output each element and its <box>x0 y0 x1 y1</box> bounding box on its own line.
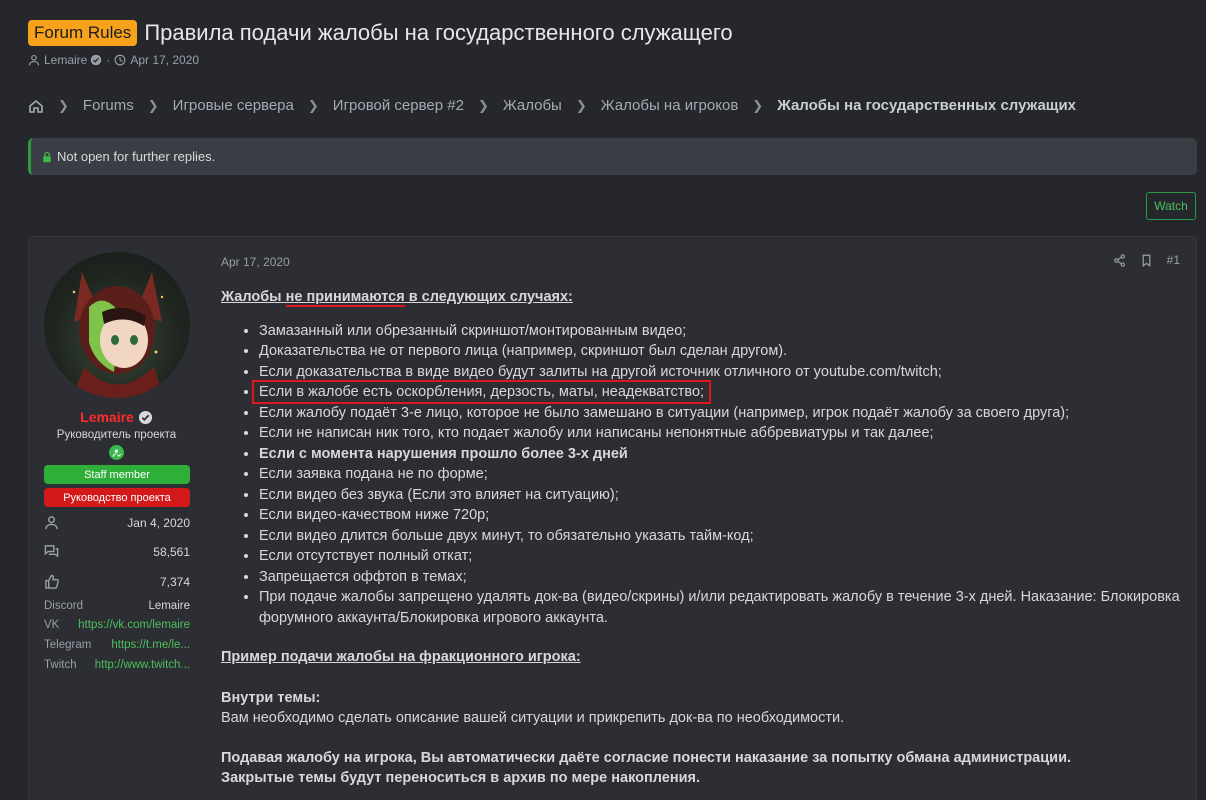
username-text[interactable]: Lemaire <box>80 409 134 425</box>
lock-icon <box>41 151 57 163</box>
chevron-right-icon: ❯ <box>575 97 587 113</box>
list-item: Если видео-качеством ниже 720p; <box>259 505 1181 526</box>
list-item: Если с момента нарушения прошло более 3-… <box>259 444 1181 465</box>
meta-separator: · <box>106 53 111 67</box>
list-item-highlighted: Если в жалобе есть оскорбления, дерзость… <box>251 380 1181 404</box>
list-item: Если заявка подана не по форме; <box>259 464 1181 485</box>
twitch-link[interactable]: http://www.twitch... <box>95 659 190 671</box>
post: Lemaire Руководитель проекта Staff membe… <box>28 236 1197 800</box>
field-label: Telegram <box>44 639 92 651</box>
breadcrumb-player-complaints[interactable]: Жалобы на игроков <box>601 97 739 114</box>
verified-badge-icon <box>90 54 103 67</box>
field-twitch: Twitch http://www.twitch... <box>44 659 190 671</box>
thread-author-link[interactable]: Lemaire <box>44 53 87 67</box>
field-discord: Discord Lemaire <box>44 600 190 612</box>
page-title: Правила подачи жалобы на государственног… <box>144 20 733 45</box>
field-label: Discord <box>44 600 83 612</box>
messages-icon <box>44 544 59 559</box>
breadcrumb-game-servers[interactable]: Игровые сервера <box>173 97 294 114</box>
list-item: Если отсутствует полный откат; <box>259 546 1181 567</box>
chevron-right-icon: ❯ <box>58 97 69 113</box>
post-actions: #1 <box>1113 253 1180 267</box>
forum-rules-prefix[interactable]: Forum Rules <box>28 20 138 46</box>
breadcrumb-current[interactable]: Жалобы на государственных служащих <box>777 97 1076 114</box>
list-item: Если доказательства в виде видео будут з… <box>259 362 1181 383</box>
user-icon <box>28 54 40 66</box>
list-item: Если жалобу подаёт 3-е лицо, которое не … <box>259 403 1181 424</box>
share-icon[interactable] <box>1113 253 1126 267</box>
rules-heading: Жалобы не принимаются в следующих случая… <box>221 287 1181 308</box>
reactions-value: 7,374 <box>159 574 190 589</box>
vk-link[interactable]: https://vk.com/lemaire <box>78 619 190 631</box>
chevron-right-icon: ❯ <box>752 97 764 113</box>
list-item: Если видео длится больше двух минут, то … <box>259 526 1181 547</box>
field-label: VK <box>44 619 60 631</box>
user-title: Руководитель проекта <box>56 429 177 441</box>
home-icon[interactable] <box>28 98 44 114</box>
post-number-link[interactable]: #1 <box>1167 253 1180 267</box>
field-value: Lemaire <box>148 600 190 612</box>
chevron-right-icon: ❯ <box>477 97 489 113</box>
thread-date-link[interactable]: Apr 17, 2020 <box>130 53 199 67</box>
archive-text: Закрытые темы будут переноситься в архив… <box>221 770 700 786</box>
field-vk: VK https://vk.com/lemaire <box>44 619 190 631</box>
joined-stat: Jan 4, 2020 <box>44 515 190 530</box>
post-date-link[interactable]: Apr 17, 2020 <box>221 255 290 269</box>
messages-stat: 58,561 <box>44 544 190 559</box>
thread-locked-notice: Not open for further replies. <box>28 138 1197 175</box>
rules-list: Замазанный или обрезанный скриншот/монти… <box>251 321 1181 629</box>
messages-value[interactable]: 58,561 <box>153 545 190 559</box>
joined-user-icon <box>44 515 59 530</box>
notice-text: Not open for further replies. <box>57 149 216 164</box>
thread-title-row: Forum Rules Правила подачи жалобы на гос… <box>28 20 733 46</box>
highlighted-rule: Если в жалобе есть оскорбления, дерзость… <box>251 380 712 404</box>
avatar[interactable] <box>44 252 190 398</box>
list-item: Замазанный или обрезанный скриншот/монти… <box>259 321 1181 342</box>
breadcrumb: ❯ Forums ❯ Игровые сервера ❯ Игровой сер… <box>28 97 1076 114</box>
list-item: Если видео без звука (Если это влияет на… <box>259 485 1181 506</box>
post-username[interactable]: Lemaire <box>29 409 204 425</box>
breadcrumb-complaints[interactable]: Жалобы <box>503 97 562 114</box>
chevron-right-icon: ❯ <box>147 97 159 113</box>
list-item: Запрещается оффтоп в темах; <box>259 567 1181 588</box>
heading-post: в следующих случаях: <box>404 289 573 305</box>
post-user-column: Lemaire Руководитель проекта Staff membe… <box>29 237 204 800</box>
reactions-stat: 7,374 <box>44 574 190 589</box>
joined-value: Jan 4, 2020 <box>127 515 190 530</box>
field-telegram: Telegram https://t.me/le... <box>44 639 190 651</box>
breadcrumb-game-server-2[interactable]: Игровой сервер #2 <box>333 97 464 114</box>
list-item: При подаче жалобы запрещено удалять док-… <box>259 587 1181 628</box>
field-label: Twitch <box>44 659 77 671</box>
online-status-icon <box>109 445 124 460</box>
staff-member-banner: Staff member <box>44 465 190 484</box>
watch-button[interactable]: Watch <box>1146 192 1196 220</box>
heading-emphasis: не принимаются <box>285 289 405 305</box>
list-item: Доказательства не от первого лица (напри… <box>259 341 1181 362</box>
thumbs-up-icon <box>44 574 59 589</box>
verified-badge-icon <box>138 410 153 425</box>
thread-meta: Lemaire · Apr 17, 2020 <box>28 53 199 67</box>
list-item: Если не написан ник того, кто подает жал… <box>259 423 1181 444</box>
breadcrumb-forums[interactable]: Forums <box>83 97 134 114</box>
project-lead-banner: Руководство проекта <box>44 488 190 507</box>
inside-label: Внутри темы: <box>221 689 321 706</box>
bookmark-icon[interactable] <box>1140 254 1153 267</box>
clock-icon <box>114 54 126 66</box>
example-heading: Пример подачи жалобы на фракционного игр… <box>221 649 581 665</box>
consent-text: Подавая жалобу на игрока, Вы автоматичес… <box>221 749 1072 766</box>
heading-pre: Жалобы <box>221 289 286 305</box>
post-content: Жалобы не принимаются в следующих случая… <box>221 287 1181 789</box>
chevron-right-icon: ❯ <box>307 97 319 113</box>
inside-text: Вам необходимо сделать описание вашей си… <box>221 710 845 726</box>
telegram-link[interactable]: https://t.me/le... <box>111 639 190 651</box>
